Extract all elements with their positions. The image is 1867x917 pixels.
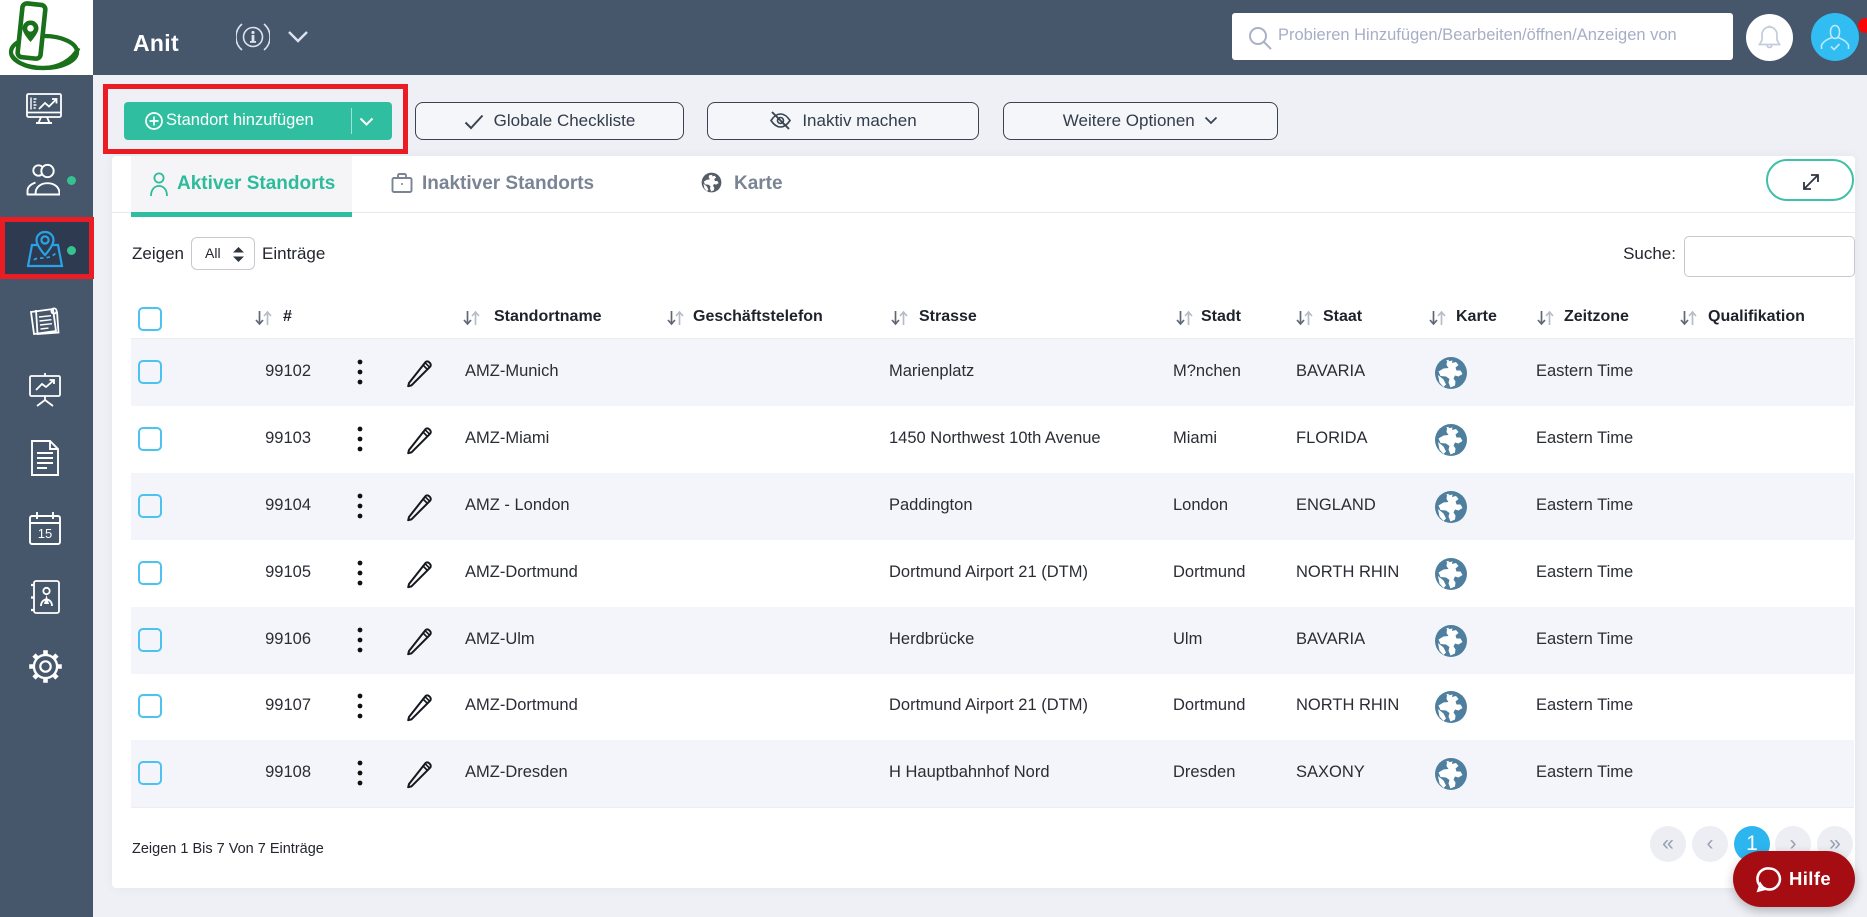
svg-text:15: 15 [38,526,52,541]
